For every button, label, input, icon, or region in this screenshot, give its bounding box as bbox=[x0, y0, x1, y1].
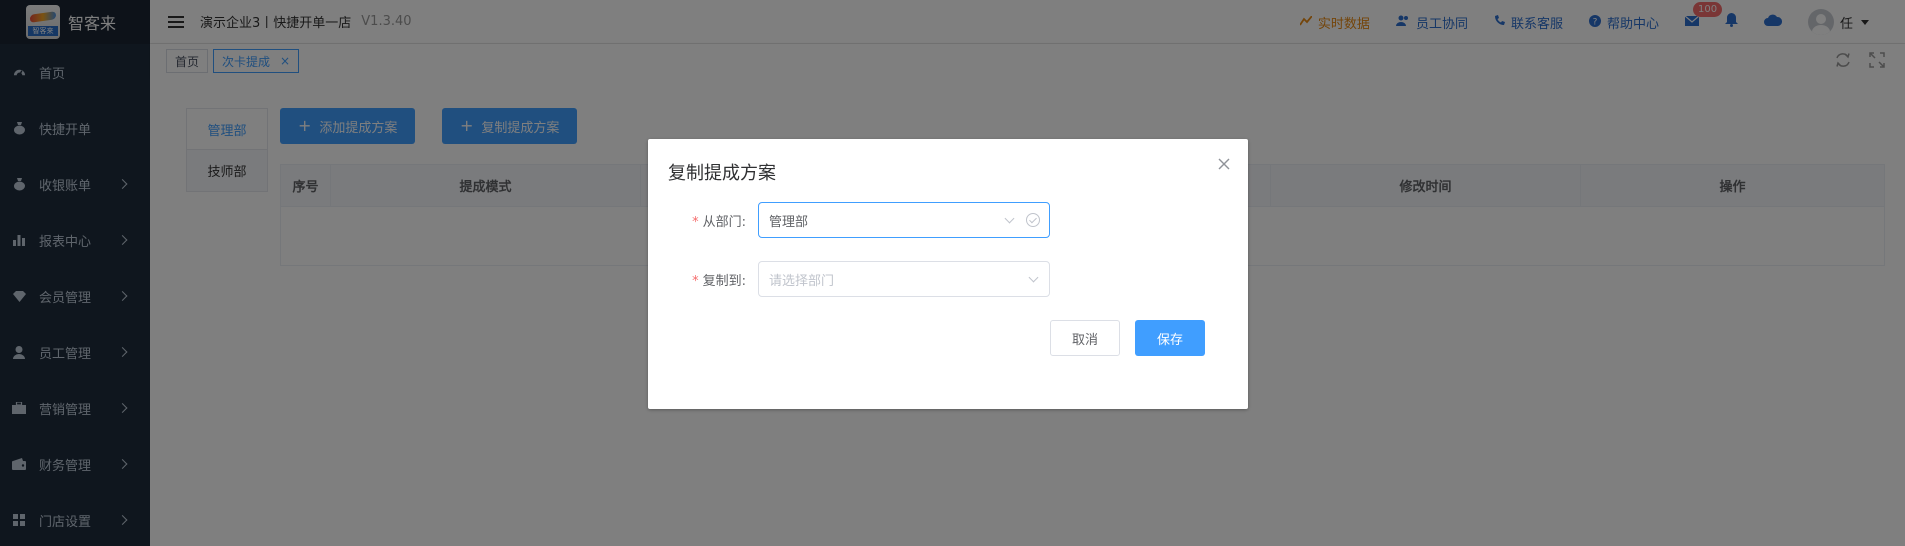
save-button[interactable]: 保存 bbox=[1135, 320, 1205, 356]
chevron-down-icon bbox=[1028, 272, 1039, 283]
dialog-title: 复制提成方案 bbox=[668, 163, 776, 184]
from-department-select[interactable]: 管理部 bbox=[758, 202, 1050, 238]
cancel-button[interactable]: 取消 bbox=[1050, 320, 1120, 356]
to-department-label: * 复制到: bbox=[692, 273, 746, 289]
close-icon[interactable] bbox=[1216, 157, 1232, 173]
to-department-select[interactable]: 请选择部门 bbox=[758, 261, 1050, 297]
to-department-row: * 复制到: 请选择部门 bbox=[668, 261, 1050, 297]
copy-plan-dialog: 复制提成方案 * 从部门: 管理部 * 复制到: 请选择部门 取消 保存 bbox=[648, 139, 1248, 409]
chevron-down-icon bbox=[1004, 213, 1015, 224]
from-department-label: * 从部门: bbox=[692, 214, 746, 230]
check-circle-icon bbox=[1026, 213, 1040, 227]
from-department-row: * 从部门: 管理部 bbox=[668, 202, 1050, 238]
